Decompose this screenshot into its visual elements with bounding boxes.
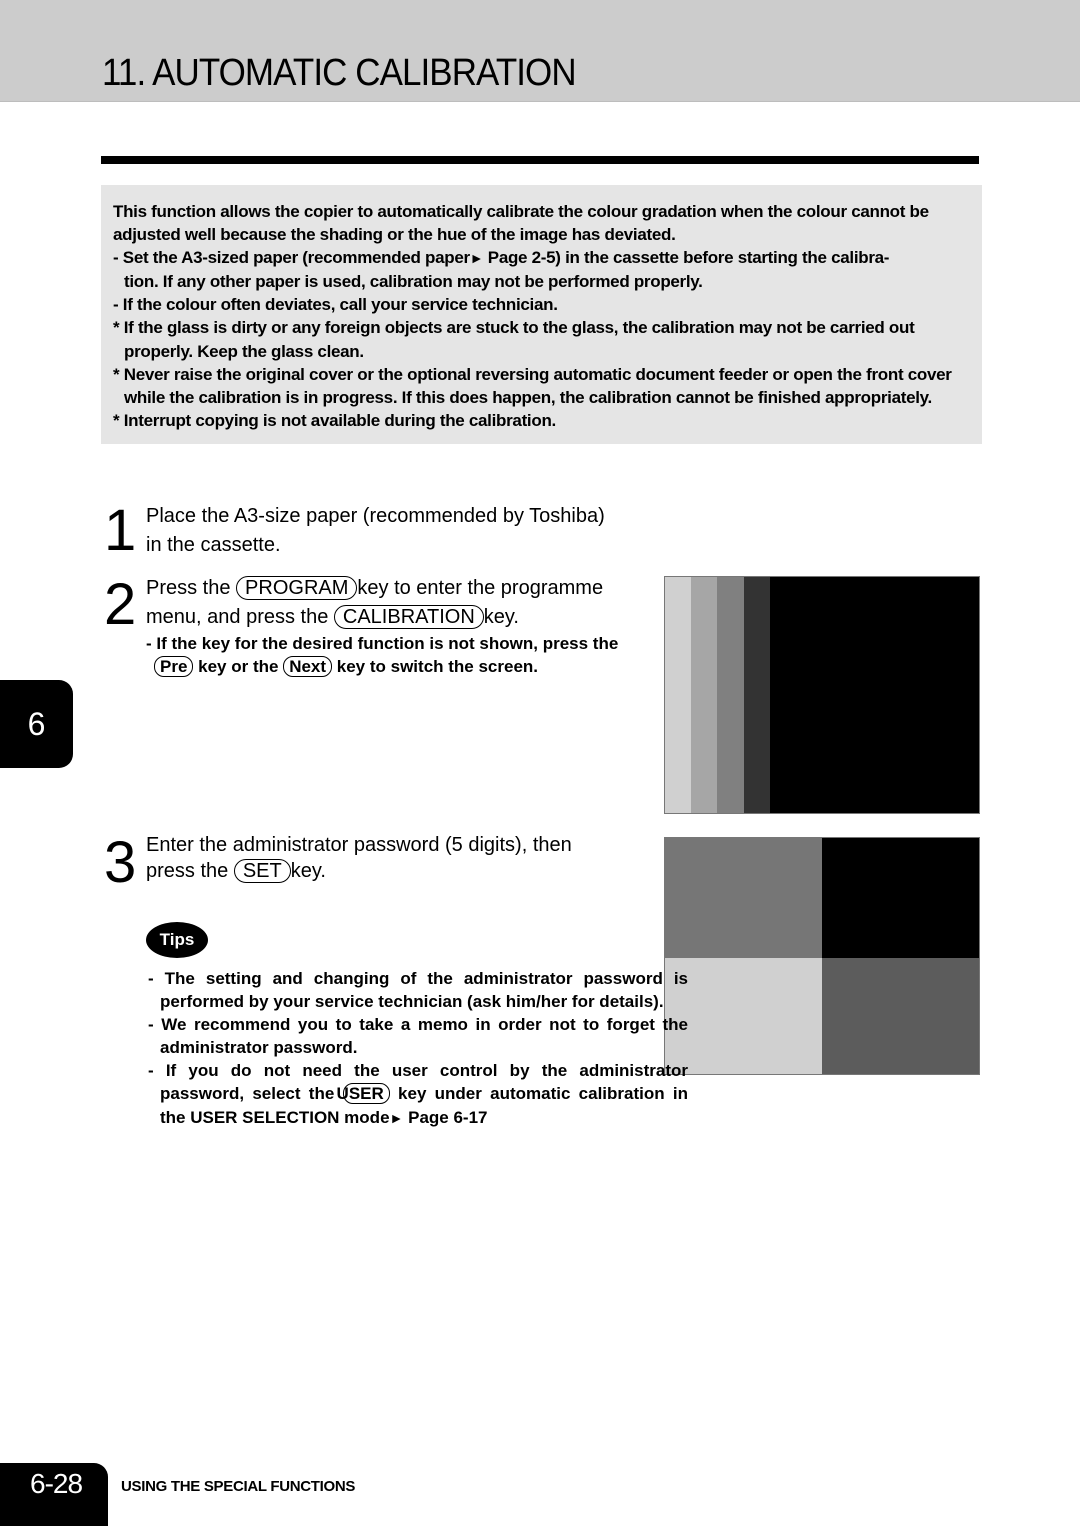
step-1-text: Place the A3-size paper (recommended by … xyxy=(146,505,605,556)
quadrant-patch xyxy=(665,958,822,1074)
page-title: 11. AUTOMATIC CALIBRATION xyxy=(102,52,577,94)
note-colour-deviates: - If the colour often deviates, call you… xyxy=(113,295,558,315)
gradation-bar xyxy=(665,577,691,813)
tip-item: - The setting and changing of the admini… xyxy=(148,969,688,1012)
pre-key[interactable]: Pre xyxy=(154,656,194,677)
header-band: 11. AUTOMATIC CALIBRATION xyxy=(0,0,1080,102)
program-key[interactable]: PROGRAM xyxy=(236,576,358,600)
gradation-bar xyxy=(770,577,979,813)
note-set-paper-cont: tion. If any other paper is used, calibr… xyxy=(124,272,703,292)
step-1-number: 1 xyxy=(104,498,137,563)
gradation-bar xyxy=(717,577,744,813)
quadrant-patch xyxy=(665,838,822,958)
calibration-screen-quadrants xyxy=(664,837,980,1075)
intro-line: adjusted well because the shading or the… xyxy=(113,225,676,245)
step-3-text: Enter the administrator password (5 digi… xyxy=(146,834,572,883)
calibration-key[interactable]: CALIBRATION xyxy=(333,605,484,629)
page-number-tab: 6-28 xyxy=(0,1463,108,1526)
tips-list: - The setting and changing of the admini… xyxy=(148,967,688,1130)
page-reference-arrow-icon: ► xyxy=(469,250,484,267)
note-never-raise-cover: * Never raise the original cover or the … xyxy=(113,364,952,384)
footer-section-title: USING THE SPECIAL FUNCTIONS xyxy=(121,1478,356,1495)
note-set-paper: - Set the A3-sized paper (recommended pa… xyxy=(113,248,890,268)
note-never-raise-cover-cont: while the calibration is in progress. If… xyxy=(124,387,932,407)
calibration-screen-gradation xyxy=(664,576,980,814)
step-3-number: 3 xyxy=(104,830,137,895)
page-reference-link[interactable]: Page 2-5) in the cassette before startin… xyxy=(483,248,890,267)
note-glass-dirty: * If the glass is dirty or any foreign o… xyxy=(113,318,915,338)
chapter-tab: 6 xyxy=(0,680,73,768)
set-key[interactable]: SET xyxy=(233,859,291,883)
page-reference-arrow-icon: ► xyxy=(389,1109,404,1126)
gradation-bar xyxy=(691,577,717,813)
step-2-number: 2 xyxy=(104,572,137,637)
tips-badge: Tips xyxy=(146,922,208,958)
info-text: This function allows the copier to autom… xyxy=(113,200,1053,432)
quadrant-patch xyxy=(822,838,979,958)
tip-item: - We recommend you to take a memo in ord… xyxy=(148,1015,688,1058)
note-interrupt-copying: * Interrupt copying is not available dur… xyxy=(113,410,556,430)
user-key[interactable]: USER xyxy=(337,1083,390,1105)
tip-item: - If you do not need the user control by… xyxy=(148,1061,688,1127)
intro-line: This function allows the copier to autom… xyxy=(113,202,929,221)
step-2-text: Press the PROGRAM key to enter the progra… xyxy=(146,576,604,629)
section-rule xyxy=(101,156,979,164)
step-2-sub-note: - If the key for the desired function is… xyxy=(146,634,619,677)
quadrant-patch xyxy=(822,958,979,1074)
page-number: 6-28 xyxy=(30,1468,83,1499)
page-reference-link[interactable]: Page 6-17 xyxy=(403,1108,487,1127)
gradation-bar xyxy=(744,577,770,813)
note-glass-dirty-cont: properly. Keep the glass clean. xyxy=(124,341,364,361)
next-key[interactable]: Next xyxy=(283,656,333,677)
